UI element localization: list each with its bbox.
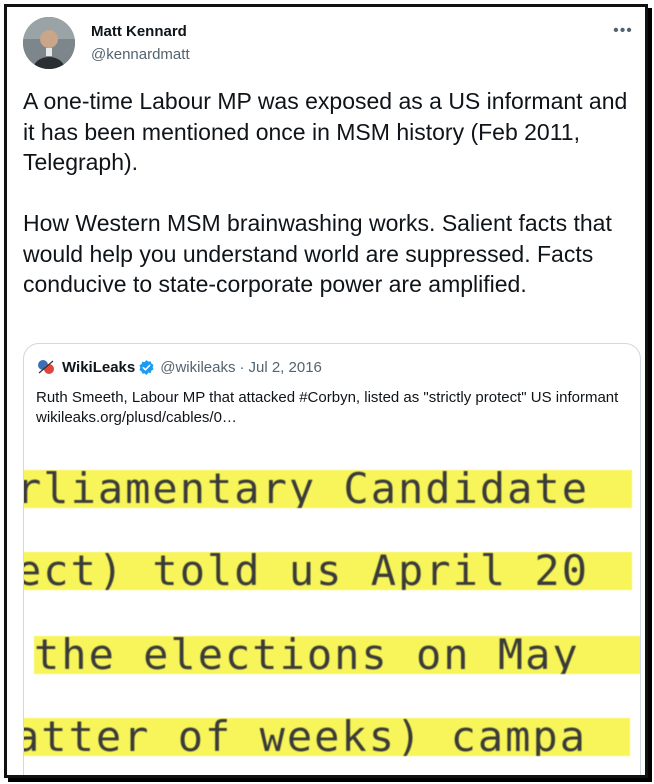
image-text-line: the elections on May [34, 636, 640, 674]
quoted-author-handle[interactable]: @wikileaks [160, 359, 235, 376]
image-text-line: rliamentary Candidate [24, 470, 632, 508]
quoted-date[interactable]: Jul 2, 2016 [249, 359, 322, 376]
tweet-paragraph: A one-time Labour MP was exposed as a US… [23, 88, 634, 175]
verified-badge-icon [139, 359, 154, 375]
dot-separator: · [239, 358, 245, 376]
quoted-author-name[interactable]: WikiLeaks [62, 359, 135, 376]
image-text-line: ect) told us April 20 [24, 552, 632, 590]
tweet-card: Matt Kennard @kennardmatt ••• A one-time… [4, 4, 648, 778]
quoted-image[interactable]: rliamentary Candidate ect) told us April… [24, 440, 640, 775]
tweet-body: A one-time Labour MP was exposed as a US… [23, 86, 635, 300]
wikileaks-logo-icon [38, 360, 54, 374]
tweet-paragraph: How Western MSM brainwashing works. Sali… [23, 210, 619, 297]
more-horizontal-icon[interactable]: ••• [611, 19, 635, 43]
image-text-line: atter of weeks) campa [24, 718, 630, 756]
tweet-header: Matt Kennard @kennardmatt ••• [23, 17, 635, 73]
author-handle[interactable]: @kennardmatt [91, 46, 190, 63]
quoted-tweet[interactable]: WikiLeaks @wikileaks · Jul 2, 2016 Ruth … [23, 343, 641, 775]
quoted-tweet-text: Ruth Smeeth, Labour MP that attacked #Co… [36, 389, 619, 426]
author-name[interactable]: Matt Kennard [91, 23, 187, 40]
quoted-tweet-header: WikiLeaks @wikileaks · Jul 2, 2016 [36, 356, 628, 378]
avatar[interactable] [23, 17, 75, 69]
